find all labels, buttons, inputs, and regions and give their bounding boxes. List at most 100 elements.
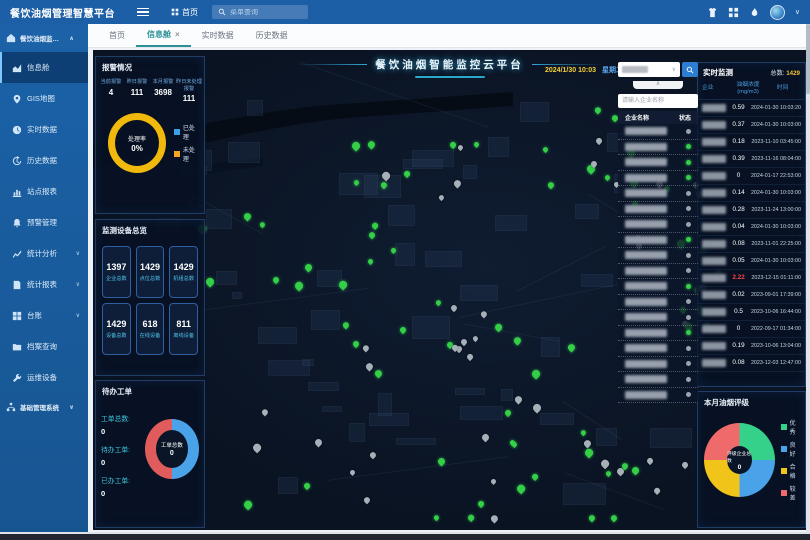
table-row[interactable]: 02022-09-17 01:34:00 [698,321,805,338]
tab-history[interactable]: 历史数据 [245,24,299,47]
map-marker-pin[interactable] [367,258,374,265]
map-marker-pin[interactable] [481,432,491,442]
close-icon[interactable]: × [175,30,180,39]
table-row[interactable]: 0.592024-01-30 10:03:20 [698,100,805,117]
sidebar-item-archive-query[interactable]: 档案查询 [0,331,88,362]
map-marker-pin[interactable] [594,105,603,114]
list-item[interactable] [618,357,698,373]
table-row[interactable]: 02024-01-17 22:53:00 [698,168,805,185]
map-marker-pin[interactable] [398,326,406,334]
map-marker-pin[interactable] [547,181,556,190]
list-item[interactable] [618,217,698,233]
sidebar-group-fume-monitor-system[interactable]: 餐饮油烟监控管理系统∧ [0,24,88,52]
list-item[interactable] [618,171,698,187]
map-marker-pin[interactable] [294,281,305,292]
sidebar-item-realtime-data[interactable]: 实时数据 [0,114,88,145]
map-marker-pin[interactable] [588,514,597,523]
table-row[interactable]: 0.142024-01-30 10:03:00 [698,185,805,202]
map-marker-pin[interactable] [467,514,475,522]
list-item[interactable] [618,341,698,357]
table-row[interactable]: 0.372024-01-30 10:03:00 [698,117,805,134]
map-marker-pin[interactable] [352,340,360,348]
sidebar-item-gis-map[interactable]: GIS地图 [0,83,88,114]
map-marker-pin[interactable] [477,500,485,508]
map-marker-pin[interactable] [313,438,323,448]
list-item[interactable] [618,124,698,140]
list-item[interactable] [618,326,698,342]
map-marker-pin[interactable] [374,369,384,379]
tab-info-cabin[interactable]: 信息舱× [136,24,191,47]
sidebar-item-info-cabin[interactable]: 信息舱 [0,52,88,83]
list-item[interactable] [618,202,698,218]
list-item[interactable] [618,388,698,404]
map-marker-pin[interactable] [338,280,349,291]
map-marker-pin[interactable] [362,496,371,505]
map-marker-pin[interactable] [605,470,612,477]
list-item[interactable] [618,233,698,249]
list-item[interactable] [618,310,698,326]
map-marker-pin[interactable] [435,299,443,307]
map-marker-pin[interactable] [361,343,370,352]
map-marker-pin[interactable] [631,465,641,475]
scrollbar[interactable] [806,24,810,532]
region-select[interactable]: ∨ [618,62,680,77]
map-marker-pin[interactable] [531,472,539,480]
map-marker-pin[interactable] [304,262,314,272]
map-marker-pin[interactable] [242,499,253,510]
flame-icon[interactable] [749,7,760,18]
table-row[interactable]: 0.052024-01-30 10:03:00 [698,253,805,270]
list-item[interactable] [618,279,698,295]
table-row[interactable]: 0.082023-11-01 22:25:00 [698,236,805,253]
list-item[interactable] [618,372,698,388]
menu-search-input[interactable] [230,9,300,16]
map-marker-pin[interactable] [450,304,459,313]
map-marker-pin[interactable] [204,277,215,288]
map-marker-pin[interactable] [567,342,577,352]
map-marker-pin[interactable] [580,429,588,437]
user-avatar[interactable] [770,5,785,20]
search-button[interactable] [682,62,698,77]
map-marker-pin[interactable] [604,174,611,181]
map-marker-pin[interactable] [531,368,542,379]
theme-icon[interactable] [707,7,718,18]
enterprise-name-input[interactable] [618,94,698,108]
sidebar-item-site-report[interactable]: 站点报表 [0,176,88,207]
table-row[interactable]: 0.082023-12-03 12:47:00 [698,355,805,372]
map-marker-pin[interactable] [681,461,689,469]
map-marker-pin[interactable] [258,221,266,229]
list-item[interactable] [618,248,698,264]
map-marker-pin[interactable] [272,276,281,285]
map-marker-pin[interactable] [653,487,661,495]
map-marker-pin[interactable] [490,478,497,485]
map-marker-pin[interactable] [368,450,377,459]
map-marker-pin[interactable] [260,407,269,416]
table-row[interactable]: 0.392023-11-16 08:04:00 [698,151,805,168]
map-marker-pin[interactable] [594,137,602,145]
map-marker-pin[interactable] [364,362,374,372]
tab-home[interactable]: 首页 [98,24,136,47]
map-marker-pin[interactable] [251,443,262,454]
map-marker-pin[interactable] [302,482,310,490]
topbar-home[interactable]: 首页 [171,7,198,18]
map-marker-pin[interactable] [342,321,351,330]
map-marker-pin[interactable] [512,336,522,346]
map-marker-pin[interactable] [472,335,480,343]
sidebar-group-base-system[interactable]: 基础管理系统∨ [0,393,88,421]
map-marker-pin[interactable] [465,353,473,361]
map-marker-pin[interactable] [531,402,542,413]
map-marker-pin[interactable] [242,211,252,221]
table-row[interactable]: 0.042024-01-30 10:03:00 [698,219,805,236]
sidebar-item-ledger[interactable]: 台账∨ [0,300,88,331]
map-marker-pin[interactable] [542,146,549,153]
table-row[interactable]: 2.222023-12-15 01:11:00 [698,270,805,287]
table-row[interactable]: 0.282023-11-24 13:00:00 [698,202,805,219]
list-item[interactable] [618,140,698,156]
map-marker-pin[interactable] [514,394,524,404]
table-row[interactable]: 0.192023-10-06 13:04:00 [698,338,805,355]
collapse-handle[interactable]: ∧ [633,81,683,89]
menu-toggle-icon[interactable] [137,6,149,19]
chevron-down-icon[interactable]: ∨ [795,8,800,16]
map-marker-pin[interactable] [511,441,518,448]
table-row[interactable]: 0.52023-10-06 16:44:00 [698,304,805,321]
map-marker-pin[interactable] [504,409,512,417]
